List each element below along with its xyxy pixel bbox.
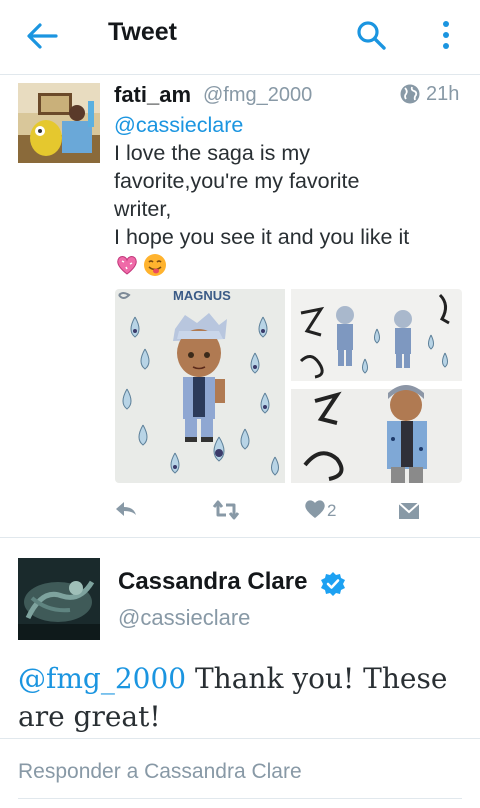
reply-tweet[interactable]: Cassandra Clare @cassieclare @fmg_2000 T… — [0, 538, 480, 738]
tweet-actions: 2 — [0, 499, 480, 527]
media-image-1[interactable]: MAGNUS — [115, 289, 285, 483]
verified-badge-icon — [321, 572, 345, 596]
sparkling-heart-icon — [117, 256, 137, 275]
top-bar: Tweet — [0, 0, 480, 75]
mention-link[interactable]: @fmg_2000 — [18, 662, 186, 695]
page-title: Tweet — [108, 18, 177, 46]
tweet-line: favorite,you're my favorite — [114, 169, 360, 193]
search-icon[interactable] — [356, 20, 386, 50]
tweet-time: 21h — [426, 83, 460, 105]
smiling-face-with-tongue-icon — [144, 254, 166, 276]
tweet-media[interactable]: MAGNUS — [115, 289, 462, 483]
author-name[interactable]: fati_am — [114, 82, 191, 108]
avatar[interactable] — [18, 83, 100, 163]
retweet-icon[interactable] — [212, 499, 240, 521]
tweet-line: I love the saga is my — [114, 141, 310, 165]
emoji-row — [114, 251, 474, 279]
author-name[interactable]: Cassandra Clare — [118, 568, 307, 596]
globe-icon — [400, 84, 420, 104]
back-arrow-icon[interactable] — [26, 22, 58, 50]
divider — [0, 738, 480, 739]
tweet-line: I hope you see it and you like it — [114, 225, 410, 249]
like-icon[interactable] — [304, 499, 326, 519]
mention-link[interactable]: @cassieclare — [114, 111, 474, 139]
reply-input-placeholder[interactable]: Responder a Cassandra Clare — [18, 760, 302, 784]
media-text: MAGNUS — [173, 289, 231, 303]
tweet-line: writer, — [114, 197, 172, 221]
media-image-2[interactable] — [291, 289, 462, 381]
like-count: 2 — [327, 501, 337, 520]
media-image-3[interactable] — [291, 385, 462, 483]
direct-message-icon[interactable] — [398, 501, 420, 521]
author-handle[interactable]: @fmg_2000 — [203, 84, 312, 107]
reply-composer[interactable]: Responder a Cassandra Clare — [0, 738, 480, 808]
overflow-menu-icon[interactable] — [440, 20, 452, 52]
reply-text: @fmg_2000 Thank you! These are great! — [18, 660, 468, 736]
input-underline — [18, 798, 462, 799]
reply-icon[interactable] — [114, 499, 138, 521]
tweet-text: @cassieclare I love the saga is my favor… — [114, 111, 474, 279]
tweet[interactable]: fati_am @fmg_2000 21h @cassieclare I lov… — [0, 75, 480, 538]
avatar[interactable] — [18, 558, 100, 640]
author-handle[interactable]: @cassieclare — [118, 605, 250, 631]
